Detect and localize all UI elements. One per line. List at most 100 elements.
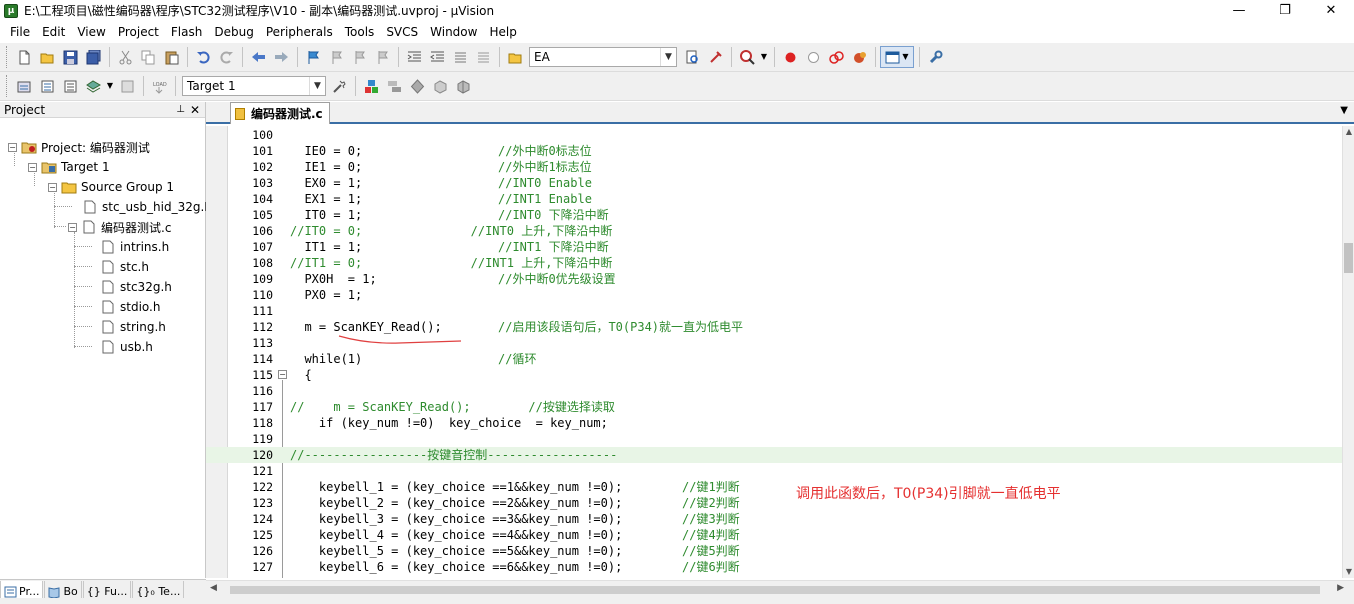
window-layout-icon[interactable]: ▼ — [880, 46, 914, 68]
options-for-target-icon[interactable] — [328, 75, 350, 97]
select-software-packs-icon[interactable] — [429, 75, 451, 97]
vertical-scrollbar[interactable]: ▲ ▼ — [1342, 126, 1354, 578]
collapse-icon[interactable]: − — [48, 182, 57, 192]
tree-item-file[interactable]: stc_usb_hid_32g.LI — [82, 197, 215, 217]
redo-icon[interactable] — [215, 46, 237, 68]
bookmark-icon[interactable] — [302, 46, 324, 68]
tree-item-header[interactable]: string.h — [100, 317, 166, 337]
new-file-icon[interactable] — [13, 46, 35, 68]
code-line[interactable]: 101 IE0 = 0; //外中断0标志位 — [206, 143, 1342, 159]
code-line[interactable]: 110 PX0 = 1; — [206, 287, 1342, 303]
tab-source-file[interactable]: 编码器测试.c — [230, 102, 330, 124]
chevron-down-icon[interactable]: ▼ — [660, 48, 676, 66]
scroll-down-icon[interactable]: ▼ — [1343, 566, 1354, 578]
code-line[interactable]: 100 — [206, 127, 1342, 143]
code-line[interactable]: 117 // m = ScanKEY_Read(); //按键选择读取 — [206, 399, 1342, 415]
code-line[interactable]: 124 keybell_3 = (key_choice ==3&&key_num… — [206, 511, 1342, 527]
configuration-wrench-icon[interactable] — [924, 46, 946, 68]
batch-build-icon[interactable] — [82, 75, 104, 97]
scroll-up-icon[interactable]: ▲ — [1343, 126, 1354, 138]
code-line[interactable]: 115 { — [206, 367, 1342, 383]
horizontal-scrollbar[interactable]: ◀ ▶ — [206, 580, 1354, 598]
menu-window[interactable]: Window — [424, 22, 483, 42]
fold-collapse-icon[interactable]: − — [278, 370, 287, 379]
collapse-icon[interactable]: − — [68, 222, 77, 232]
collapse-icon[interactable]: − — [8, 142, 17, 152]
menu-debug[interactable]: Debug — [208, 22, 259, 42]
chevron-down-icon[interactable]: ▼ — [309, 77, 325, 95]
code-line[interactable]: 119 — [206, 431, 1342, 447]
batch-dropdown-icon[interactable]: ▼ — [105, 75, 115, 97]
code-line[interactable]: 102 IE1 = 0; //外中断1标志位 — [206, 159, 1342, 175]
code-line[interactable]: 103 EX0 = 1; //INT0 Enable — [206, 175, 1342, 191]
manage-components-icon[interactable] — [360, 75, 382, 97]
code-line[interactable]: 111 — [206, 303, 1342, 319]
code-line[interactable]: 123 keybell_2 = (key_choice ==2&&key_num… — [206, 495, 1342, 511]
tree-item-project[interactable]: − Project: 编码器测试 — [8, 137, 150, 157]
scrollbar-thumb[interactable] — [1344, 243, 1353, 273]
minimize-button[interactable]: — — [1216, 0, 1262, 21]
code-line[interactable]: 120 //-----------------按键音控制-------------… — [206, 447, 1342, 463]
code-line[interactable]: 118 if (key_num !=0) key_choice = key_nu… — [206, 415, 1342, 431]
cut-icon[interactable] — [114, 46, 136, 68]
code-line[interactable]: 121 — [206, 463, 1342, 479]
undo-icon[interactable] — [192, 46, 214, 68]
clear-bookmarks-icon[interactable] — [371, 46, 393, 68]
code-line[interactable]: 125 keybell_4 = (key_choice ==4&&key_num… — [206, 527, 1342, 543]
save-all-icon[interactable] — [82, 46, 104, 68]
close-panel-icon[interactable]: ✕ — [190, 102, 200, 118]
next-bookmark-icon[interactable] — [348, 46, 370, 68]
menu-help[interactable]: Help — [483, 22, 522, 42]
tree-item-header[interactable]: stdio.h — [100, 297, 160, 317]
code-line[interactable]: 104 EX1 = 1; //INT1 Enable — [206, 191, 1342, 207]
code-line[interactable]: 127 keybell_6 = (key_choice ==6&&key_num… — [206, 559, 1342, 575]
code-line[interactable]: 114 while(1) //循环 — [206, 351, 1342, 367]
menu-edit[interactable]: Edit — [36, 22, 71, 42]
find-in-files-icon[interactable] — [504, 46, 526, 68]
collapse-icon[interactable]: − — [28, 162, 37, 172]
debug-start-icon[interactable] — [736, 46, 758, 68]
menu-project[interactable]: Project — [112, 22, 165, 42]
toolbar-grip[interactable] — [6, 46, 9, 68]
tree-item-file[interactable]: − 编码器测试.c — [68, 217, 171, 237]
menu-flash[interactable]: Flash — [165, 22, 208, 42]
open-file-icon[interactable] — [36, 46, 58, 68]
tree-item-header[interactable]: usb.h — [100, 337, 153, 357]
unindent-icon[interactable] — [426, 46, 448, 68]
copy-icon[interactable] — [137, 46, 159, 68]
navigate-back-icon[interactable] — [247, 46, 269, 68]
build-icon[interactable] — [36, 75, 58, 97]
save-icon[interactable] — [59, 46, 81, 68]
scroll-right-icon[interactable]: ▶ — [1337, 583, 1344, 593]
menu-view[interactable]: View — [71, 22, 111, 42]
tree-item-header[interactable]: stc32g.h — [100, 277, 172, 297]
comment-selection-icon[interactable] — [449, 46, 471, 68]
code-editor[interactable]: 100 101 IE0 = 0; //外中断0标志位 102 IE1 = 0; //外中… — [206, 126, 1342, 578]
code-line[interactable]: 116 — [206, 383, 1342, 399]
navigate-forward-icon[interactable] — [270, 46, 292, 68]
code-line[interactable]: 109 PX0H = 1; //外中断0优先级设置 — [206, 271, 1342, 287]
code-line[interactable]: 106 //IT0 = 0; //INT0 上升,下降沿中断 — [206, 223, 1342, 239]
download-load-icon[interactable]: LOAD — [148, 75, 170, 97]
file-extensions-icon[interactable] — [383, 75, 405, 97]
menu-svcs[interactable]: SVCS — [380, 22, 424, 42]
code-line[interactable]: 108 //IT1 = 0; //INT1 上升,下降沿中断 — [206, 255, 1342, 271]
tree-item-source-group[interactable]: − Source Group 1 — [48, 177, 174, 197]
tree-item-target[interactable]: − Target 1 — [28, 157, 110, 177]
disable-breakpoints-icon[interactable] — [825, 46, 847, 68]
stop-build-icon[interactable] — [116, 75, 138, 97]
insert-breakpoint-icon[interactable] — [779, 46, 801, 68]
restore-button[interactable]: ❐ — [1262, 0, 1308, 21]
enable-breakpoint-icon[interactable] — [802, 46, 824, 68]
pin-icon[interactable]: ⊥ — [176, 102, 185, 118]
find-combo[interactable]: EA ▼ — [529, 47, 677, 67]
close-button[interactable]: ✕ — [1308, 0, 1354, 21]
scrollbar-thumb[interactable] — [230, 586, 1320, 594]
scroll-left-icon[interactable]: ◀ — [210, 583, 217, 593]
code-line[interactable]: 107 IT1 = 1; //INT1 下降沿中断 — [206, 239, 1342, 255]
tree-item-header[interactable]: stc.h — [100, 257, 149, 277]
tree-item-header[interactable]: intrins.h — [100, 237, 169, 257]
incremental-find-icon[interactable] — [681, 46, 703, 68]
chevron-down-icon[interactable]: ▼ — [1340, 105, 1348, 116]
run-time-environment-icon[interactable] — [452, 75, 474, 97]
